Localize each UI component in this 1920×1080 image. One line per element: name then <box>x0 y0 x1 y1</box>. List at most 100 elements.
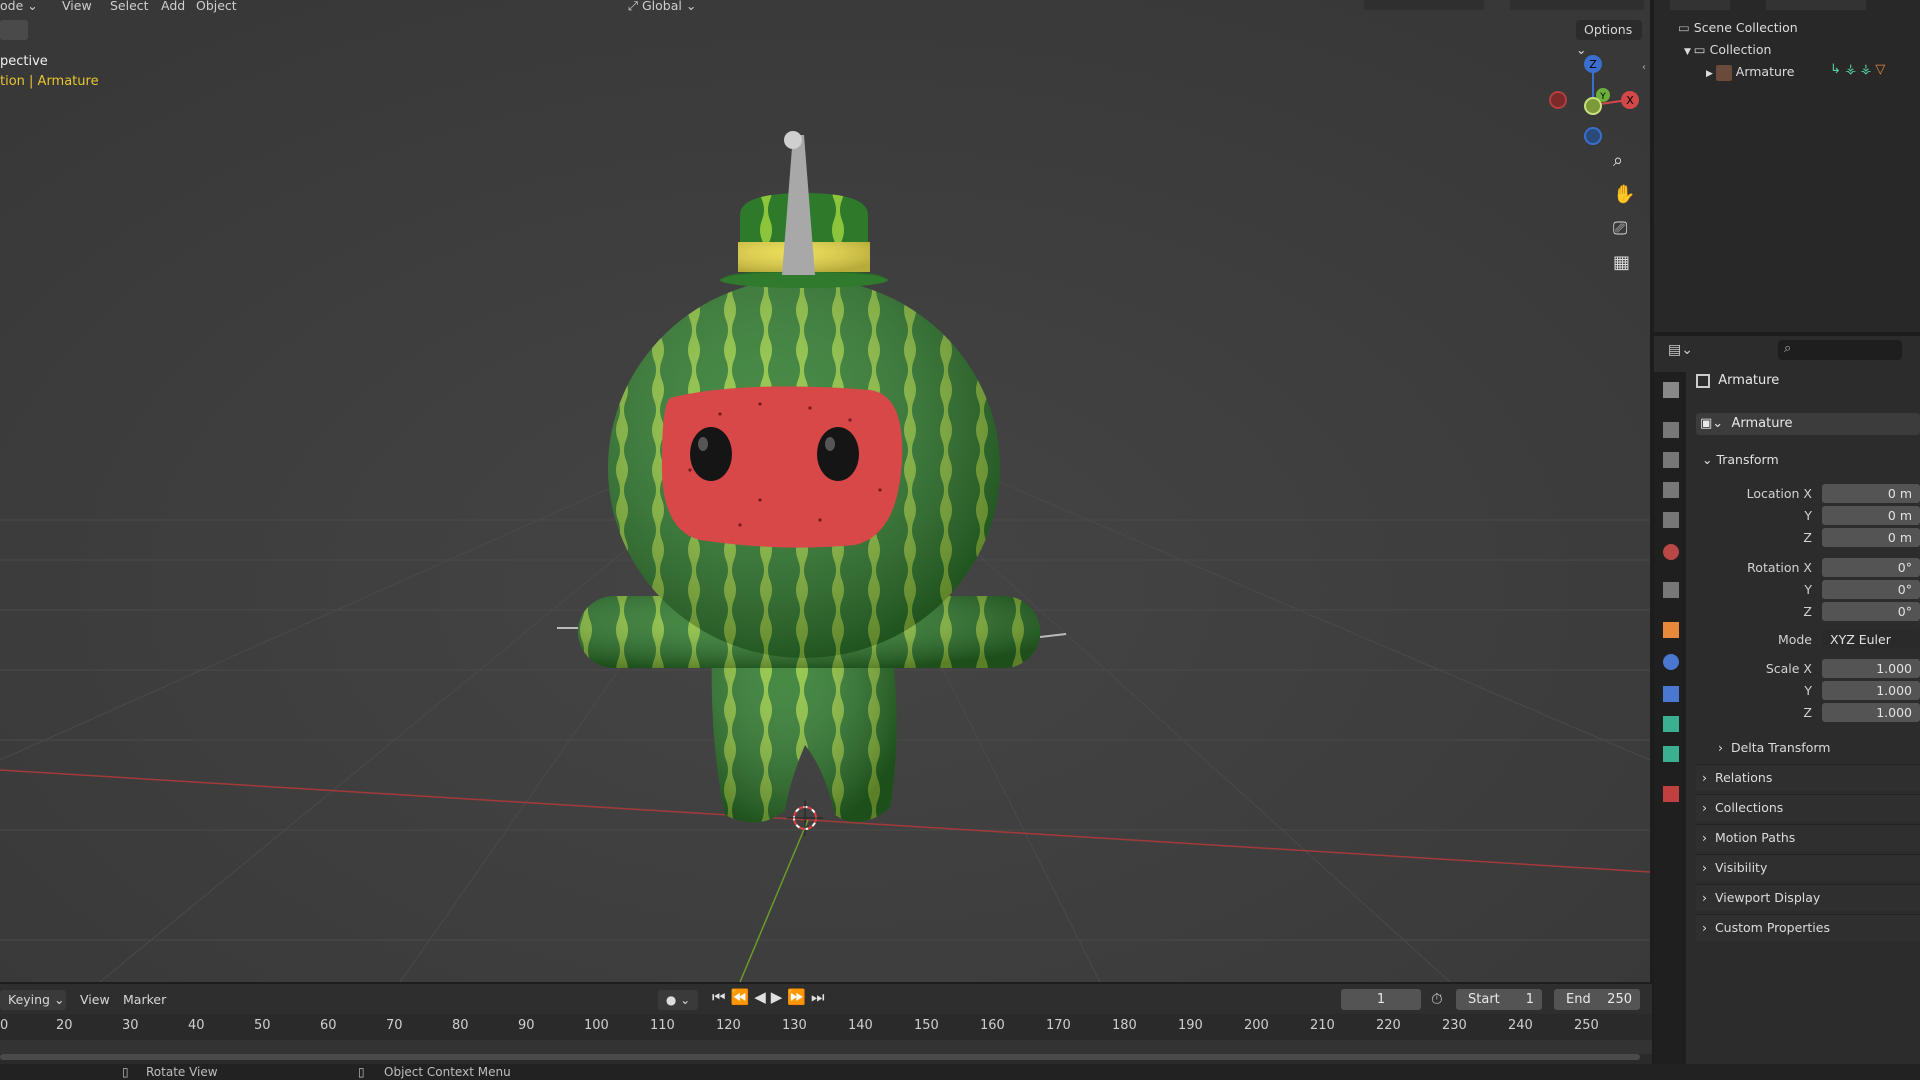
jump-start-icon[interactable]: ⏮ <box>712 988 731 1006</box>
collection-tab-icon[interactable] <box>1663 582 1679 598</box>
scale-x-field[interactable]: 1.000 <box>1822 659 1920 678</box>
outliner-armature[interactable]: ▶ Armature <box>1706 62 1794 82</box>
location-z-label: Z <box>1803 530 1812 545</box>
scale-z-field[interactable]: 1.000 <box>1822 703 1920 722</box>
prev-keyframe-icon[interactable]: ⏪ <box>731 988 755 1006</box>
start-frame-field[interactable]: Start 1 <box>1456 989 1542 1010</box>
start-label: Start <box>1468 992 1500 1007</box>
expand-arrow-icon[interactable]: ▼ <box>1684 47 1694 57</box>
panel-relations[interactable]: › Relations <box>1696 764 1920 791</box>
collapse-arrow-icon[interactable]: ▶ <box>1706 69 1716 79</box>
pan-hand-icon[interactable]: ✋ <box>1613 184 1635 205</box>
delta-transform-label: Delta Transform <box>1730 740 1831 755</box>
texture-tab-icon[interactable] <box>1663 786 1679 802</box>
frame-tick-label: 50 <box>254 1018 271 1033</box>
status-context-menu: Object Context Menu <box>384 1065 511 1079</box>
mode-label: Mode <box>1777 632 1812 647</box>
outliner[interactable]: ▭ Scene Collection ▼ ▭ Collection ▶ Arma… <box>1654 0 1920 332</box>
scale-z-label: Z <box>1803 705 1812 720</box>
shading-mode-buttons[interactable] <box>1510 0 1644 10</box>
timeline-track[interactable] <box>0 1040 1652 1054</box>
status-rotate-view: Rotate View <box>146 1065 218 1079</box>
jump-end-icon[interactable]: ⏭ <box>811 988 830 1006</box>
view-layer-tab-icon[interactable] <box>1663 482 1679 498</box>
play-reverse-icon[interactable]: ◀ <box>754 988 771 1006</box>
rotation-z-field[interactable]: 0° <box>1822 602 1920 621</box>
object-datablock-field[interactable]: ▣⌄ Armature <box>1696 413 1920 435</box>
next-keyframe-icon[interactable]: ⏩ <box>787 988 811 1006</box>
current-frame-field[interactable]: 1 <box>1341 989 1421 1010</box>
scene-render <box>0 0 1650 982</box>
rotation-y-field[interactable]: 0° <box>1822 580 1920 599</box>
properties-tabs[interactable] <box>1654 372 1686 1072</box>
panel-visibility[interactable]: › Visibility <box>1696 854 1920 881</box>
armature-label: Armature <box>1735 64 1795 79</box>
select-box-tool-icon[interactable] <box>0 20 28 40</box>
scene-tab-icon[interactable] <box>1663 512 1679 528</box>
delta-transform-subpanel[interactable]: › Delta Transform <box>1718 740 1830 755</box>
navigation-gizmo[interactable]: Z X Y <box>1540 50 1650 150</box>
3d-viewport[interactable]: ode ⌄ View Select Add Object ⤢ Global ⌄ … <box>0 0 1650 982</box>
armature-data-tab-icon[interactable] <box>1663 716 1679 732</box>
armature-data-icons[interactable]: ↳ ⚶ ⚶ ▽ <box>1830 62 1885 77</box>
render-tab-icon[interactable] <box>1663 422 1679 438</box>
view-menu[interactable]: View <box>62 0 92 13</box>
play-icon[interactable]: ▶ <box>771 988 788 1006</box>
transform-orientation-dropdown[interactable]: ⤢ Global ⌄ <box>628 0 696 14</box>
object-menu[interactable]: Object <box>196 0 237 13</box>
editor-type-icon[interactable]: ▤⌄ <box>1668 342 1693 358</box>
sidebar-toggle-icon[interactable]: ‹ <box>1642 62 1646 73</box>
panel-viewport-display[interactable]: › Viewport Display <box>1696 884 1920 911</box>
location-y-label: Y <box>1804 508 1812 523</box>
outliner-collection[interactable]: ▼ ▭ Collection <box>1684 40 1771 60</box>
rotation-mode-dropdown[interactable]: XYZ Euler <box>1822 630 1920 649</box>
options-button[interactable]: Options ⌄ <box>1576 20 1642 57</box>
auto-keying-toggle[interactable]: ● ⌄ <box>658 990 698 1010</box>
world-tab-icon[interactable] <box>1663 544 1679 560</box>
zoom-icon[interactable]: ⌕ <box>1613 150 1623 171</box>
header-gizmo-toggles[interactable] <box>1364 0 1484 10</box>
constraints-tab-icon[interactable] <box>1663 686 1679 702</box>
camera-icon[interactable]: ⎚ <box>1613 218 1627 239</box>
frame-tick-label: 150 <box>914 1018 939 1033</box>
physics-tab-icon[interactable] <box>1663 654 1679 670</box>
frame-tick-label: 30 <box>122 1018 139 1033</box>
timeline-marker-menu[interactable]: Marker <box>123 992 166 1007</box>
object-tab-icon[interactable] <box>1663 622 1679 638</box>
perspective-grid-icon[interactable]: ▦ <box>1613 252 1630 273</box>
location-y-field[interactable]: 0 m <box>1822 506 1920 525</box>
transform-panel-header[interactable]: ⌄ Transform <box>1702 452 1779 467</box>
add-menu[interactable]: Add <box>161 0 185 13</box>
timeline-scrollbar[interactable] <box>0 1054 1640 1060</box>
end-frame-field[interactable]: End 250 <box>1554 989 1640 1010</box>
panel-collections[interactable]: › Collections <box>1696 794 1920 821</box>
panel-custom-properties[interactable]: › Custom Properties <box>1696 914 1920 941</box>
outliner-header[interactable] <box>1670 0 1730 10</box>
chevron-right-icon: › <box>1702 860 1715 875</box>
chevron-right-icon: › <box>1702 920 1715 935</box>
frame-tick-label: 250 <box>1574 1018 1599 1033</box>
timeline-view-menu[interactable]: View <box>80 992 110 1007</box>
collection-label: Collection <box>1709 42 1772 57</box>
panel-motion-paths[interactable]: › Motion Paths <box>1696 824 1920 851</box>
mode-menu[interactable]: ode ⌄ <box>0 0 38 13</box>
outliner-scene-collection[interactable]: ▭ Scene Collection <box>1678 18 1798 38</box>
panel-label: Collections <box>1714 800 1784 815</box>
scale-y-field[interactable]: 1.000 <box>1822 681 1920 700</box>
frame-tick-label: 70 <box>386 1018 403 1033</box>
playback-controls[interactable]: ⏮⏪◀▶⏩⏭ <box>712 988 830 1006</box>
rotation-x-field[interactable]: 0° <box>1822 558 1920 577</box>
location-z-field[interactable]: 0 m <box>1822 528 1920 547</box>
bone-tab-icon[interactable] <box>1663 746 1679 762</box>
properties-search[interactable]: ⌕ <box>1778 340 1902 360</box>
output-tab-icon[interactable] <box>1663 452 1679 468</box>
stopwatch-icon[interactable]: ⏱ <box>1431 990 1443 1008</box>
keying-dropdown[interactable]: Keying ⌄ <box>0 990 66 1010</box>
object-header: Armature <box>1696 373 1779 388</box>
outliner-search[interactable] <box>1766 0 1866 10</box>
panel-label: Visibility <box>1714 860 1768 875</box>
tool-tab-icon[interactable] <box>1663 382 1679 398</box>
location-x-field[interactable]: 0 m <box>1822 484 1920 503</box>
chevron-down-icon: ⌄ <box>1702 452 1717 467</box>
select-menu[interactable]: Select <box>110 0 149 13</box>
